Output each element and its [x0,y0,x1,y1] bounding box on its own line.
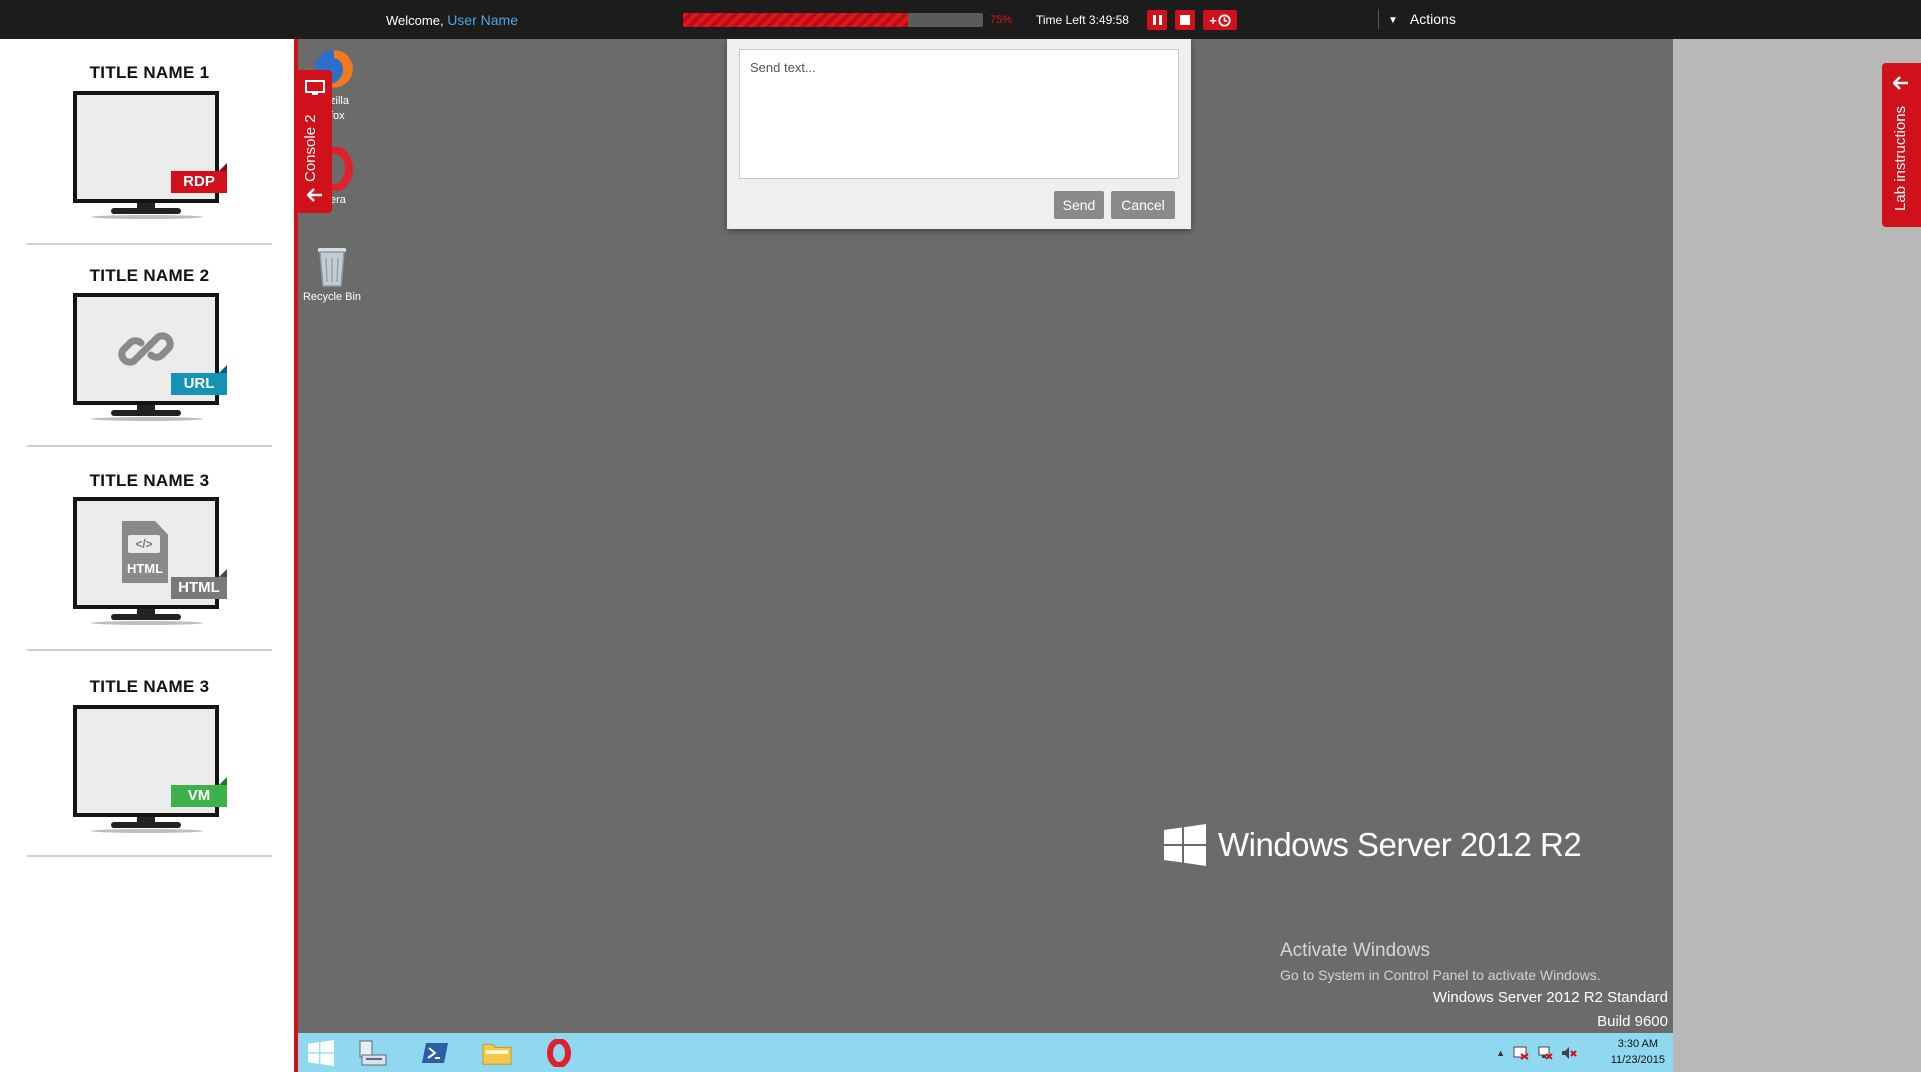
console-tab-label: Console 2 [302,114,319,182]
chevron-up-icon[interactable]: ▲ [1496,1048,1505,1058]
windows-build: Build 9600 [1597,1013,1668,1030]
powershell-icon [422,1043,448,1063]
recycle-bin-icon [318,248,346,287]
topbar-divider [1378,9,1379,29]
resource-item-2[interactable]: TITLE NAME 2 URL [27,245,272,447]
caret-down-icon: ▼ [1388,15,1398,26]
volume-icon[interactable] [1561,1046,1577,1060]
progress-percent: 75% [990,14,1013,26]
start-button[interactable] [306,1039,336,1067]
pause-icon [1152,15,1162,25]
cancel-button[interactable]: Cancel [1111,191,1175,219]
resource-title: TITLE NAME 3 [89,677,210,696]
monitor-base [111,614,181,620]
tray-clock[interactable]: 3:30 AM 11/23/2015 [1611,1036,1665,1068]
windows-server-logo-text: Windows Server 2012 R2 [1218,826,1582,863]
resource-panel: TITLE NAME 1 RDP TITLE NAME 2 URL TITLE … [0,39,298,1072]
monitor-base [111,208,181,214]
desktop-icon-recycle-bin[interactable]: Recycle Bin [300,242,364,303]
taskbar: ▲ 3:30 AM 11/23/2015 [298,1033,1673,1072]
desktop-icon-label: zilla [330,95,349,107]
top-bar: Welcome, User Name 75% Time Left 3:49:58… [0,0,1921,39]
monitor-shadow [91,621,203,625]
stop-button[interactable] [1175,10,1195,30]
windows-logo-icon [1164,824,1206,866]
time-progress-bar [683,13,983,27]
arrow-left-icon [307,188,322,202]
time-left: Time Left 3:49:58 [1036,13,1129,27]
lab-instructions-label: Lab instructions [1892,105,1909,211]
actions-label: Actions [1409,11,1456,27]
extend-time-button[interactable]: + [1203,10,1237,30]
resource-item-3[interactable]: TITLE NAME 3 </> HTML HTML [27,447,272,651]
lab-instructions-tab[interactable]: Lab instructions [1882,63,1921,227]
arrow-left-icon [1893,76,1908,90]
taskbar-opera[interactable] [544,1039,574,1067]
taskbar-powershell[interactable] [420,1039,450,1067]
actions-menu[interactable]: ▼ Actions [1388,11,1456,27]
code-glyph: </> [128,535,160,553]
send-button[interactable]: Send [1054,191,1104,219]
windows-edition: Windows Server 2012 R2 Standard [1432,989,1668,1006]
resource-title: TITLE NAME 1 [89,63,210,82]
resource-item-4[interactable]: TITLE NAME 3 VM [27,651,272,857]
html-badge: HTML [171,569,227,599]
monitor-base [111,410,181,416]
windows-server-logo: Windows Server 2012 R2 [1164,824,1582,866]
link-icon [118,332,174,366]
stop-icon [1180,15,1190,25]
monitor-small-icon [305,80,325,95]
send-text-input[interactable] [739,49,1179,179]
console-tab[interactable]: Console 2 [298,70,332,213]
desktop-icon-label: Recycle Bin [302,291,362,303]
taskbar-file-explorer[interactable] [482,1039,512,1067]
desktop-icon-label: fox [330,110,345,122]
resource-title: TITLE NAME 3 [89,471,210,490]
windows-start-icon [308,1040,334,1066]
user-name-link[interactable]: User Name [447,12,518,28]
welcome-text: Welcome, User Name [386,12,518,28]
monitor-icon: RDP [73,91,227,219]
clock-icon [1218,13,1231,27]
monitor-shadow [91,829,203,833]
monitor-base [111,822,181,828]
url-badge: URL [171,365,227,395]
vm-badge: VM [171,777,227,807]
remote-desktop[interactable]: zilla fox era Recycle Bin Send Cancel Wi… [298,39,1673,1033]
folder-icon [482,1044,512,1065]
taskbar-server-manager[interactable] [358,1039,388,1067]
resource-item-1[interactable]: TITLE NAME 1 RDP [27,39,272,245]
activate-windows-title: Activate Windows [1280,940,1430,961]
monitor-icon: URL [73,293,227,421]
network-icon[interactable] [1537,1046,1553,1060]
tray-date: 11/23/2015 [1610,1054,1665,1066]
html-file-icon: </> HTML [122,521,168,583]
rdp-badge: RDP [171,163,227,193]
time-progress-fill [683,13,908,27]
welcome-prefix: Welcome, [386,13,444,28]
monitor-icon: VM [73,705,227,833]
monitor-shadow [91,215,203,219]
monitor-icon: </> HTML HTML [73,497,227,625]
monitor-shadow [91,417,203,421]
plus-label: + [1209,12,1217,28]
opera-icon [547,1039,571,1067]
activate-windows-subtitle: Go to System in Control Panel to activat… [1280,967,1601,983]
tray-icons: ▲ [1496,1046,1577,1060]
send-text-dialog: Send Cancel [727,39,1191,229]
resource-title: TITLE NAME 2 [89,266,210,285]
tray-time: 3:30 AM [1617,1038,1659,1050]
html-file-label: HTML [126,561,164,576]
flag-icon[interactable] [1513,1046,1529,1060]
desktop-icon-label: era [330,194,346,206]
server-manager-icon [359,1040,387,1066]
pause-button[interactable] [1147,10,1167,30]
